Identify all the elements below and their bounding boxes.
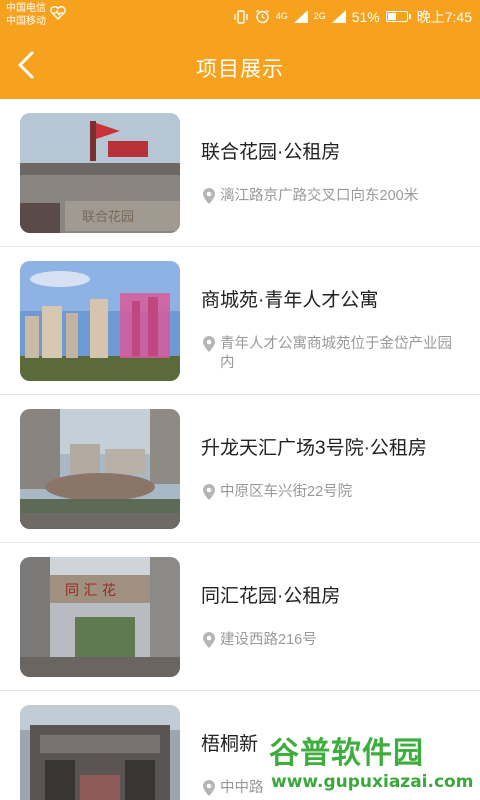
project-address: 漓江路京广路交叉口向东200米 xyxy=(203,187,456,206)
location-pin-icon xyxy=(203,484,215,500)
location-pin-icon xyxy=(203,188,215,204)
alarm-icon xyxy=(255,9,269,24)
health-heart-icon xyxy=(50,6,66,20)
project-title: 联合花园·公租房 xyxy=(201,142,341,163)
clock: 晚上7:45 xyxy=(416,8,472,25)
project-image xyxy=(20,261,180,381)
project-item[interactable]: 升龙天汇广场3号院·公租房 中原区车兴街22号院 xyxy=(0,395,480,543)
location-pin-icon xyxy=(203,632,215,648)
carrier-info: 中国电信 中国移动 xyxy=(6,2,46,28)
project-address-text: 中中路 xyxy=(220,780,264,796)
project-image: 同 汇 花 xyxy=(20,557,180,677)
project-title: 升龙天汇广场3号院·公租房 xyxy=(201,438,427,459)
watermark: 谷普软件园 www.gupuxiazai.com xyxy=(263,722,480,800)
project-address: 建设西路216号 xyxy=(203,631,456,650)
project-address-text: 漓江路京广路交叉口向东200米 xyxy=(220,188,419,204)
project-address-text: 青年人才公寓商城苑位于金岱产业园内 xyxy=(220,336,452,371)
project-title: 同汇花园·公租房 xyxy=(201,586,341,607)
status-icons: 4G 2G 51% 晚上7:45 xyxy=(233,0,472,33)
page-title: 项目展示 xyxy=(196,58,284,81)
project-image: 联合花园 xyxy=(20,113,180,233)
project-address-text: 建设西路216号 xyxy=(220,632,317,648)
project-image xyxy=(20,705,180,800)
watermark-url: www.gupuxiazai.com xyxy=(271,772,474,792)
project-address: 中原区车兴街22号院 xyxy=(203,483,456,502)
svg-text:联合花园: 联合花园 xyxy=(82,209,134,225)
svg-text:同 汇 花: 同 汇 花 xyxy=(65,583,116,599)
battery-icon xyxy=(385,11,411,22)
project-image xyxy=(20,409,180,529)
signal-icon-2 xyxy=(331,10,346,23)
vibrate-icon xyxy=(233,9,248,24)
project-item[interactable]: 联合花园 联合花园·公租房 漓江路京广路交叉口向东200米 xyxy=(0,99,480,247)
project-title: 商城苑·青年人才公寓 xyxy=(201,290,379,311)
battery-percent: 51% xyxy=(351,8,380,25)
network-4g-label: 4G xyxy=(275,11,288,21)
project-address-text: 中原区车兴街22号院 xyxy=(220,484,353,500)
carrier-2: 中国移动 xyxy=(6,16,46,27)
network-2g-label: 2G xyxy=(313,11,326,21)
project-list: 联合花园 联合花园·公租房 漓江路京广路交叉口向东200米 商城苑·青年人才公寓… xyxy=(0,99,480,800)
signal-icon-1 xyxy=(293,10,308,23)
carrier-1: 中国电信 xyxy=(6,3,46,14)
watermark-logo-text: 谷普软件园 xyxy=(269,737,424,770)
project-item[interactable]: 商城苑·青年人才公寓 青年人才公寓商城苑位于金岱产业园内 xyxy=(0,247,480,395)
status-bar: 中国电信 中国移动 4G 2G 51% 晚上7:45 xyxy=(0,0,480,33)
project-item[interactable]: 同 汇 花 同汇花园·公租房 建设西路216号 xyxy=(0,543,480,691)
location-pin-icon xyxy=(203,780,215,796)
title-bar: 项目展示 xyxy=(0,33,480,99)
location-pin-icon xyxy=(203,336,215,352)
project-address: 青年人才公寓商城苑位于金岱产业园内 xyxy=(203,335,456,373)
